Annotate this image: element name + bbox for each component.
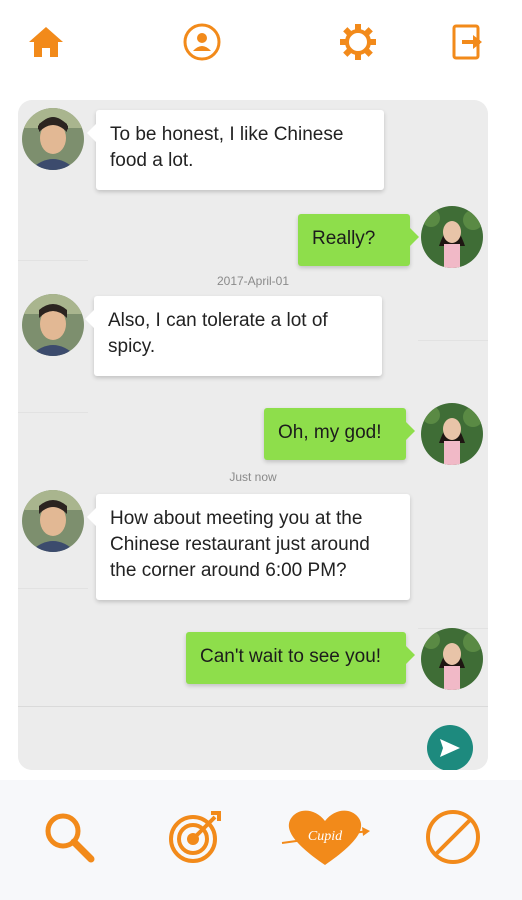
contact-avatar[interactable] — [22, 108, 84, 170]
target-icon — [169, 811, 221, 863]
chat-panel: To be honest, I like Chinese food a lot.… — [18, 100, 488, 770]
message-composer[interactable] — [18, 706, 488, 770]
home-icon — [29, 27, 63, 57]
home-button[interactable] — [24, 20, 68, 64]
bottom-nav-bar: Cupid — [0, 780, 522, 900]
user-avatar[interactable] — [421, 403, 483, 465]
search-icon — [45, 813, 95, 863]
send-icon — [440, 739, 460, 757]
profile-button[interactable] — [180, 20, 224, 64]
message-bubble-incoming: How about meeting you at the Chinese res… — [87, 494, 410, 600]
contact-avatar[interactable] — [22, 294, 84, 356]
profile-icon — [183, 23, 221, 61]
logout-icon — [452, 24, 482, 60]
logout-button[interactable] — [446, 20, 490, 64]
woman-avatar-icon — [421, 628, 483, 690]
cupid-label: Cupid — [308, 829, 343, 844]
contact-avatar[interactable] — [22, 490, 84, 552]
cupid-heart-icon: Cupid — [281, 810, 370, 865]
message-bubble-incoming: To be honest, I like Chinese food a lot. — [87, 110, 384, 190]
search-button[interactable] — [34, 802, 104, 872]
top-nav-bar — [0, 0, 522, 80]
woman-avatar-icon — [421, 206, 483, 268]
cupid-button[interactable]: Cupid — [280, 802, 370, 872]
divider — [418, 340, 488, 341]
user-avatar[interactable] — [421, 628, 483, 690]
man-avatar-icon — [22, 108, 84, 170]
woman-avatar-icon — [421, 403, 483, 465]
gear-icon — [340, 24, 376, 60]
divider — [18, 260, 88, 261]
message-bubble-outgoing: Oh, my god! — [264, 408, 415, 460]
user-avatar[interactable] — [421, 206, 483, 268]
divider — [18, 588, 88, 589]
settings-button[interactable] — [336, 20, 380, 64]
message-bubble-outgoing: Can't wait to see you! — [186, 632, 415, 684]
block-icon — [426, 810, 480, 864]
target-button[interactable] — [160, 802, 230, 872]
message-bubble-outgoing: Really? — [298, 214, 419, 266]
divider — [18, 412, 88, 413]
message-bubble-incoming: Also, I can tolerate a lot of spicy. — [85, 296, 382, 376]
timestamp: 2017-April-01 — [216, 274, 290, 288]
block-button[interactable] — [418, 802, 488, 872]
send-button[interactable] — [427, 725, 473, 770]
timestamp: Just now — [229, 470, 277, 484]
man-avatar-icon — [22, 294, 84, 356]
man-avatar-icon — [22, 490, 84, 552]
